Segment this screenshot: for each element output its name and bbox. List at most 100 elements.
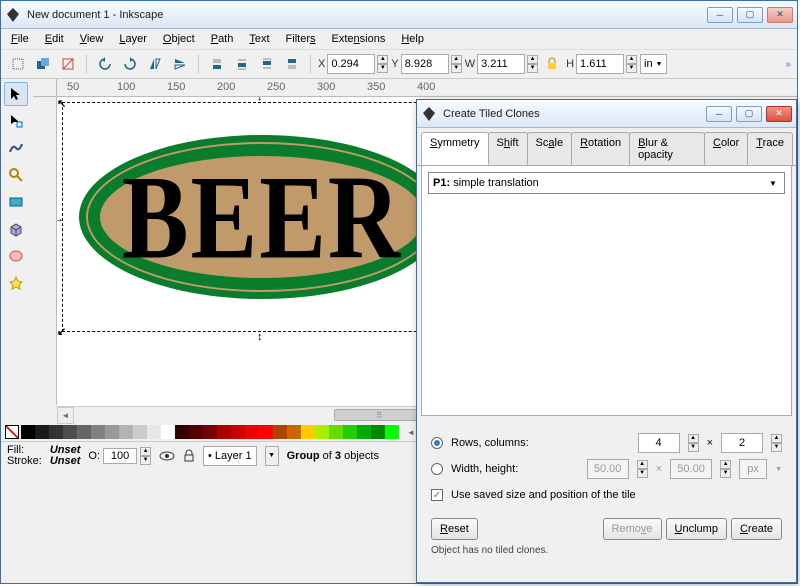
color-swatch[interactable]: [273, 425, 287, 439]
opacity-spinner[interactable]: ▲▼: [140, 447, 151, 465]
handle-s[interactable]: ↕: [257, 331, 269, 343]
color-swatch[interactable]: [77, 425, 91, 439]
color-swatch[interactable]: [49, 425, 63, 439]
rotate-ccw-button[interactable]: [94, 53, 116, 75]
raise-top-button[interactable]: [281, 53, 303, 75]
rect-tool[interactable]: [4, 190, 28, 214]
visibility-icon[interactable]: [159, 450, 175, 462]
star-tool[interactable]: [4, 271, 28, 295]
x-input[interactable]: 0.294: [327, 54, 375, 74]
color-swatch[interactable]: [203, 425, 217, 439]
tab-scale[interactable]: Scale: [527, 132, 573, 165]
w-input[interactable]: 3.211: [477, 54, 525, 74]
tab-color[interactable]: Color: [704, 132, 748, 165]
rows-input[interactable]: [638, 433, 680, 453]
color-swatch[interactable]: [259, 425, 273, 439]
select-layers-button[interactable]: [32, 53, 54, 75]
color-swatch[interactable]: [329, 425, 343, 439]
color-swatch[interactable]: [91, 425, 105, 439]
dialog-titlebar[interactable]: Create Tiled Clones ─ ▢ ✕: [417, 100, 796, 128]
color-swatch[interactable]: [119, 425, 133, 439]
selector-tool[interactable]: [4, 82, 28, 106]
node-tool[interactable]: [4, 109, 28, 133]
h-spinner[interactable]: ▲▼: [626, 55, 637, 73]
color-swatch[interactable]: [245, 425, 259, 439]
layer-dropdown-button[interactable]: ▼: [265, 446, 279, 466]
color-swatch[interactable]: [231, 425, 245, 439]
tab-rotation[interactable]: Rotation: [571, 132, 630, 165]
reset-button[interactable]: Reset: [431, 518, 478, 540]
dialog-maximize-button[interactable]: ▢: [736, 106, 762, 122]
color-swatch[interactable]: [189, 425, 203, 439]
y-input[interactable]: 8.928: [401, 54, 449, 74]
toolbar-overflow-button[interactable]: »: [785, 59, 791, 70]
color-swatch[interactable]: [161, 425, 175, 439]
select-all-button[interactable]: [7, 53, 29, 75]
no-color-swatch[interactable]: [5, 425, 19, 439]
minimize-button[interactable]: ─: [707, 7, 733, 23]
close-button[interactable]: ✕: [767, 7, 793, 23]
dialog-minimize-button[interactable]: ─: [706, 106, 732, 122]
color-swatch[interactable]: [315, 425, 329, 439]
tab-shift[interactable]: Shift: [488, 132, 528, 165]
ellipse-tool[interactable]: [4, 244, 28, 268]
color-swatch[interactable]: [105, 425, 119, 439]
tab-blur[interactable]: Blur & opacity: [629, 132, 705, 165]
lock-aspect-button[interactable]: [541, 53, 563, 75]
lower-button[interactable]: [231, 53, 253, 75]
color-swatch[interactable]: [175, 425, 189, 439]
lock-icon[interactable]: [183, 449, 195, 463]
color-swatch[interactable]: [357, 425, 371, 439]
color-swatch[interactable]: [147, 425, 161, 439]
maximize-button[interactable]: ▢: [737, 7, 763, 23]
create-button[interactable]: Create: [731, 518, 782, 540]
menu-extensions[interactable]: Extensions: [326, 33, 392, 45]
handle-nw[interactable]: ↖: [57, 97, 69, 109]
unit-dropdown[interactable]: in▼: [640, 54, 667, 74]
color-swatch[interactable]: [21, 425, 35, 439]
layer-selector[interactable]: •Layer 1: [203, 446, 257, 466]
cols-spinner[interactable]: ▲▼: [771, 434, 782, 452]
tab-symmetry[interactable]: Symmetry: [421, 132, 489, 165]
color-swatch[interactable]: [287, 425, 301, 439]
w-spinner[interactable]: ▲▼: [527, 55, 538, 73]
remove-button[interactable]: Remove: [603, 518, 662, 540]
menu-object[interactable]: Object: [157, 33, 201, 45]
dialog-close-button[interactable]: ✕: [766, 106, 792, 122]
color-swatch[interactable]: [385, 425, 399, 439]
menu-file[interactable]: File: [5, 33, 35, 45]
color-swatch[interactable]: [301, 425, 315, 439]
use-saved-checkbox[interactable]: [431, 489, 443, 501]
menu-path[interactable]: Path: [205, 33, 240, 45]
menu-filters[interactable]: Filters: [280, 33, 322, 45]
unclump-button[interactable]: Unclump: [666, 518, 727, 540]
cols-input[interactable]: [721, 433, 763, 453]
beer-label-artwork[interactable]: BEER: [79, 135, 445, 299]
3dbox-tool[interactable]: [4, 217, 28, 241]
raise-button[interactable]: [256, 53, 278, 75]
lower-bottom-button[interactable]: [206, 53, 228, 75]
handle-w[interactable]: ↔: [57, 213, 65, 225]
flip-h-button[interactable]: [144, 53, 166, 75]
width-height-radio[interactable]: [431, 463, 443, 475]
menu-edit[interactable]: Edit: [39, 33, 70, 45]
color-swatch[interactable]: [133, 425, 147, 439]
tab-trace[interactable]: Trace: [747, 132, 793, 165]
x-spinner[interactable]: ▲▼: [377, 55, 388, 73]
color-swatch[interactable]: [35, 425, 49, 439]
menu-view[interactable]: View: [74, 33, 110, 45]
menu-layer[interactable]: Layer: [113, 33, 153, 45]
h-input[interactable]: 1.611: [576, 54, 624, 74]
y-spinner[interactable]: ▲▼: [451, 55, 462, 73]
rows-cols-radio[interactable]: [431, 437, 443, 449]
rows-spinner[interactable]: ▲▼: [688, 434, 699, 452]
rotate-cw-button[interactable]: [119, 53, 141, 75]
color-swatch[interactable]: [63, 425, 77, 439]
handle-n[interactable]: ↕: [257, 97, 269, 103]
menu-help[interactable]: Help: [395, 33, 430, 45]
flip-v-button[interactable]: [169, 53, 191, 75]
color-swatch[interactable]: [343, 425, 357, 439]
symmetry-combo[interactable]: P1: simple translation ▼: [428, 172, 785, 194]
opacity-input[interactable]: [103, 448, 137, 464]
handle-sw[interactable]: ↙: [57, 325, 69, 337]
